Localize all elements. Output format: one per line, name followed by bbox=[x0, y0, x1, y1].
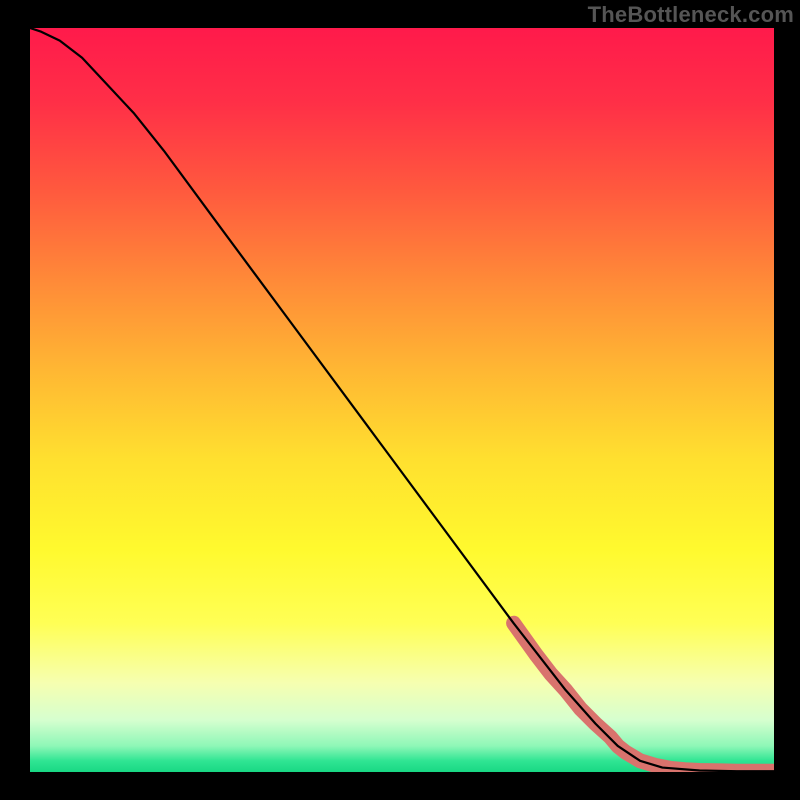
gradient-background bbox=[30, 28, 774, 772]
chart-frame: TheBottleneck.com bbox=[0, 0, 800, 800]
chart-svg bbox=[30, 28, 774, 772]
plot-area bbox=[30, 28, 774, 772]
watermark-text: TheBottleneck.com bbox=[588, 2, 794, 28]
